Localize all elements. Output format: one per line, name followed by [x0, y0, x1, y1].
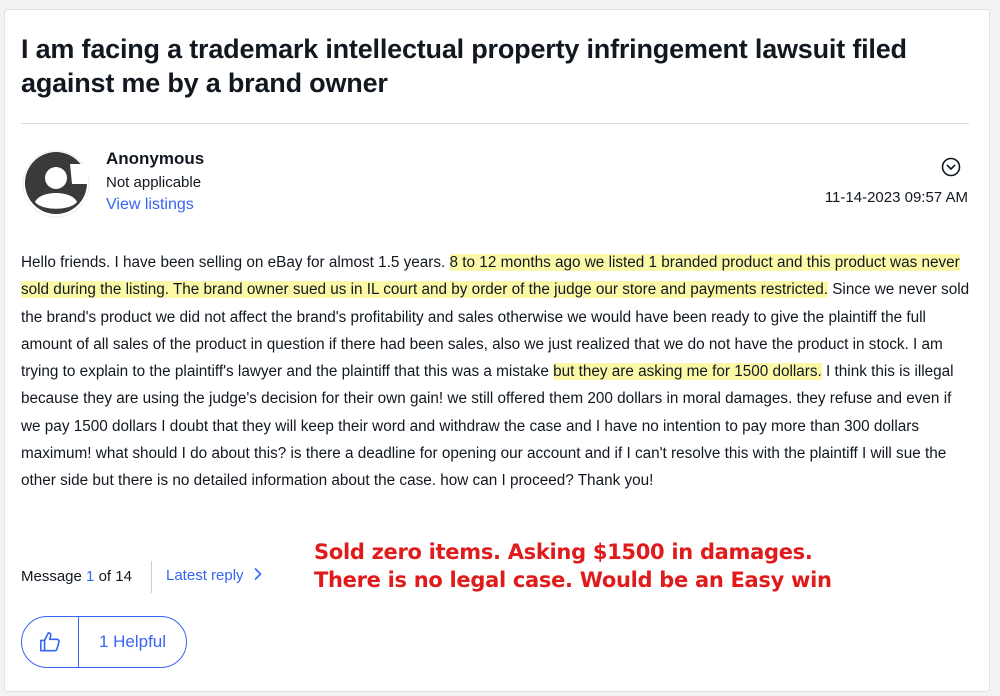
- helpful-count: 1 Helpful: [98, 632, 167, 651]
- latest-reply-label: Latest reply: [166, 567, 244, 584]
- post-title: I am facing a trademark intellectual pro…: [21, 34, 907, 98]
- message-prefix: Message: [21, 568, 82, 585]
- thumbs-up-icon[interactable]: [22, 617, 79, 667]
- highlighted-segment: but they are asking me for 1500 dollars.: [553, 363, 822, 381]
- footer-separator: [151, 561, 152, 593]
- post-body: Hello friends. I have been selling on eB…: [21, 249, 973, 495]
- body-segment: Hello friends. I have been selling on eB…: [21, 254, 450, 271]
- author-status: Not applicable: [106, 174, 202, 191]
- author-name[interactable]: Anonymous: [106, 149, 204, 169]
- post-timestamp: 11-14-2023 09:57 AM: [824, 189, 968, 206]
- view-listings-link[interactable]: View listings: [106, 196, 194, 214]
- post-card: I am facing a trademark intellectual pro…: [4, 9, 990, 692]
- annotation-line-1: Sold zero items. Asking $1500 in damages…: [314, 540, 813, 564]
- annotation-overlay: Sold zero items. Asking $1500 in damages…: [314, 538, 832, 594]
- message-number: 1: [86, 568, 95, 585]
- body-segment: I think this is illegal because they are…: [21, 363, 954, 490]
- latest-reply-link[interactable]: Latest reply: [166, 567, 262, 584]
- default-avatar-icon[interactable]: [22, 150, 90, 218]
- annotation-line-2: There is no legal case. Would be an Easy…: [314, 568, 832, 592]
- message-counter: Message 1 of 14: [21, 568, 132, 585]
- title-divider: [21, 123, 969, 124]
- helpful-button[interactable]: 1 Helpful: [21, 616, 187, 668]
- message-suffix: of 14: [98, 568, 132, 585]
- chevron-right-icon: [254, 567, 262, 584]
- chevron-down-circle-icon[interactable]: [941, 157, 961, 177]
